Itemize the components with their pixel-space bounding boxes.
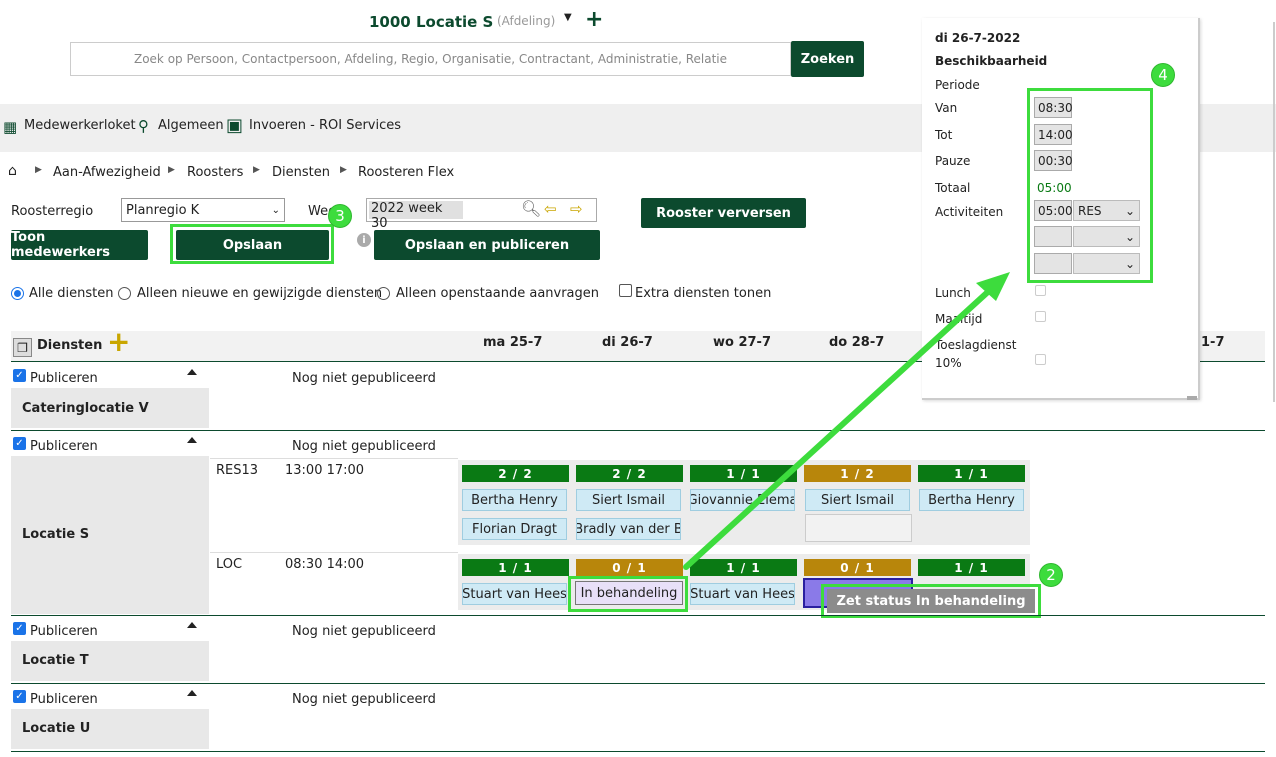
arrow-line xyxy=(683,287,993,570)
annotation-arrow xyxy=(683,272,1010,570)
